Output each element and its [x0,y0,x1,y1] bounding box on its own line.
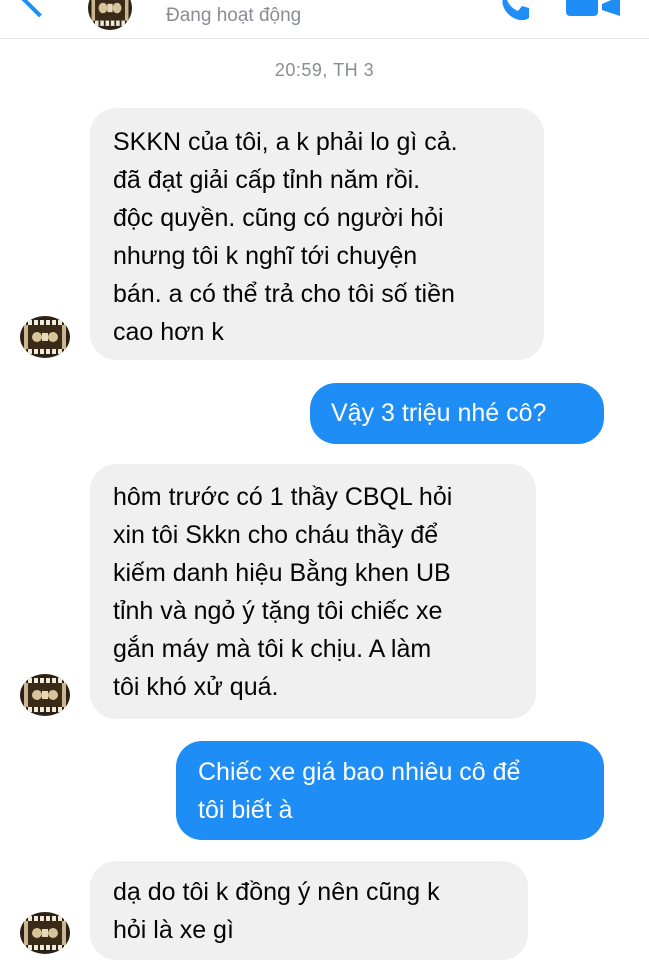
chevron-left-icon[interactable] [20,0,58,18]
message-bubble-incoming[interactable]: hôm trước có 1 thầy CBQL hỏi xin tôi Skk… [90,464,536,719]
phone-icon[interactable] [498,0,532,22]
message-text: Vậy 3 triệu nhé cô? [331,399,547,427]
message-bubble-outgoing[interactable]: Vậy 3 triệu nhé cô? [310,383,604,444]
message-text: dạ do tôi k đồng ý nên cũng k hỏi là xe … [113,878,440,944]
video-camera-icon[interactable] [566,0,622,18]
chat-header: Đang hoạt động [0,0,649,39]
sender-avatar[interactable] [20,316,70,358]
message-text: SKKN của tôi, a k phải lo gì cả. đã đạt … [113,128,458,346]
message-bubble-incoming[interactable]: dạ do tôi k đồng ý nên cũng k hỏi là xe … [90,861,528,960]
message-text: Chiếc xe giá bao nhiêu cô để tôi biết à [198,758,521,824]
message-bubble-outgoing[interactable]: Chiếc xe giá bao nhiêu cô để tôi biết à [176,741,604,840]
contact-avatar[interactable] [88,0,132,30]
sender-avatar[interactable] [20,674,70,716]
sender-avatar[interactable] [20,912,70,954]
active-status: Đang hoạt động [166,5,302,26]
message-bubble-incoming[interactable]: SKKN của tôi, a k phải lo gì cả. đã đạt … [90,108,544,360]
message-text: hôm trước có 1 thầy CBQL hỏi xin tôi Skk… [113,483,453,701]
message-timestamp: 20:59, TH 3 [274,60,375,80]
